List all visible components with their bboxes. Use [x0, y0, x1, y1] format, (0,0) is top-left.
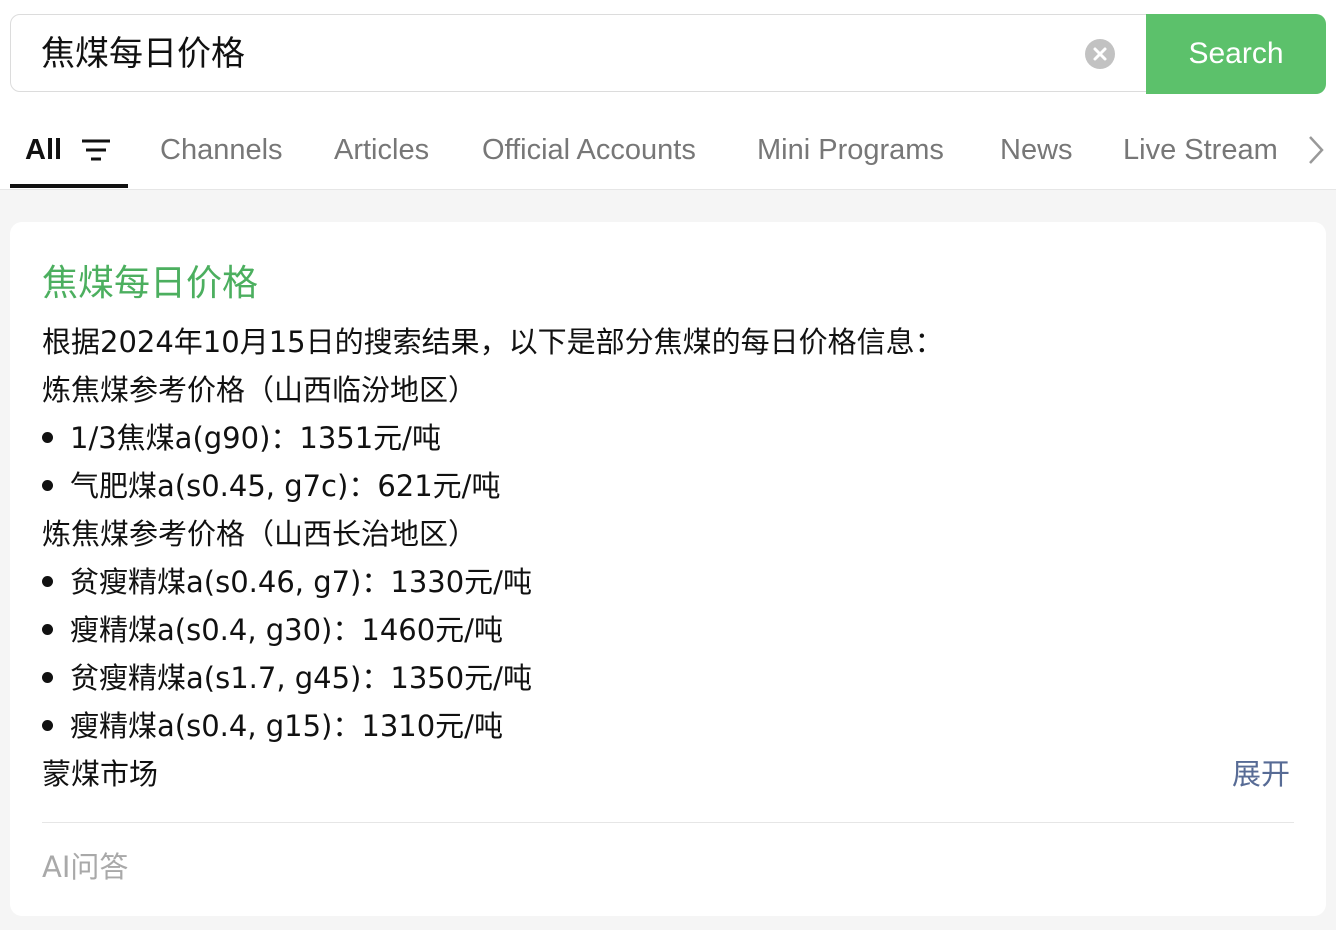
list-item: 贫瘦精煤a(s0.46, g7)：1330元/吨 [70, 565, 532, 599]
list-item: 气肥煤a(s0.45, g7c)：621元/吨 [70, 469, 501, 503]
divider [42, 822, 1294, 823]
tab-mini-programs[interactable]: Mini Programs [757, 110, 944, 190]
search-input[interactable]: 焦煤每日价格 [41, 15, 245, 93]
ai-qa-label[interactable]: AI问答 [42, 844, 128, 886]
tab-channels[interactable]: Channels [160, 110, 283, 190]
bullet-dot [42, 432, 53, 443]
tab-articles[interactable]: Articles [334, 110, 429, 190]
tab-live-stream[interactable]: Live Stream [1123, 110, 1278, 190]
tab-all-label: All [25, 134, 63, 166]
bullet-dot [42, 624, 53, 635]
clear-icon[interactable] [1085, 39, 1115, 69]
card-title[interactable]: 焦煤每日价格 [42, 254, 258, 306]
list-item: 瘦精煤a(s0.4, g15)：1310元/吨 [70, 709, 503, 743]
tab-all[interactable]: All [25, 110, 62, 190]
bullet-dot [42, 480, 53, 491]
tab-news[interactable]: News [1000, 110, 1073, 190]
active-tab-indicator [10, 184, 128, 188]
section-heading: 蒙煤市场 [42, 757, 159, 791]
intro-text: 根据2024年10月15日的搜索结果，以下是部分焦煤的每日价格信息： [42, 325, 944, 359]
filter-icon[interactable] [82, 138, 110, 167]
section-heading: 炼焦煤参考价格（山西长治地区） [42, 517, 478, 551]
ai-answer-card: 焦煤每日价格 根据2024年10月15日的搜索结果，以下是部分焦煤的每日价格信息… [10, 222, 1326, 916]
tab-bar: All Channels Articles Official Accounts … [0, 110, 1336, 190]
list-item: 贫瘦精煤a(s1.7, g45)：1350元/吨 [70, 661, 532, 695]
section-heading: 炼焦煤参考价格（山西临汾地区） [42, 373, 478, 407]
chevron-right-icon[interactable] [1306, 134, 1326, 171]
bullet-dot [42, 672, 53, 683]
bullet-dot [42, 720, 53, 731]
expand-link[interactable]: 展开 [1232, 750, 1290, 798]
list-item: 1/3焦煤a(g90)：1351元/吨 [70, 421, 441, 455]
search-button[interactable]: Search [1146, 14, 1326, 94]
search-header: 焦煤每日价格 Search All Channels Articles Offi… [0, 0, 1336, 190]
bullet-dot [42, 576, 53, 587]
search-box[interactable]: 焦煤每日价格 [10, 14, 1324, 92]
list-item: 瘦精煤a(s0.4, g30)：1460元/吨 [70, 613, 503, 647]
tab-official-accounts[interactable]: Official Accounts [482, 110, 696, 190]
